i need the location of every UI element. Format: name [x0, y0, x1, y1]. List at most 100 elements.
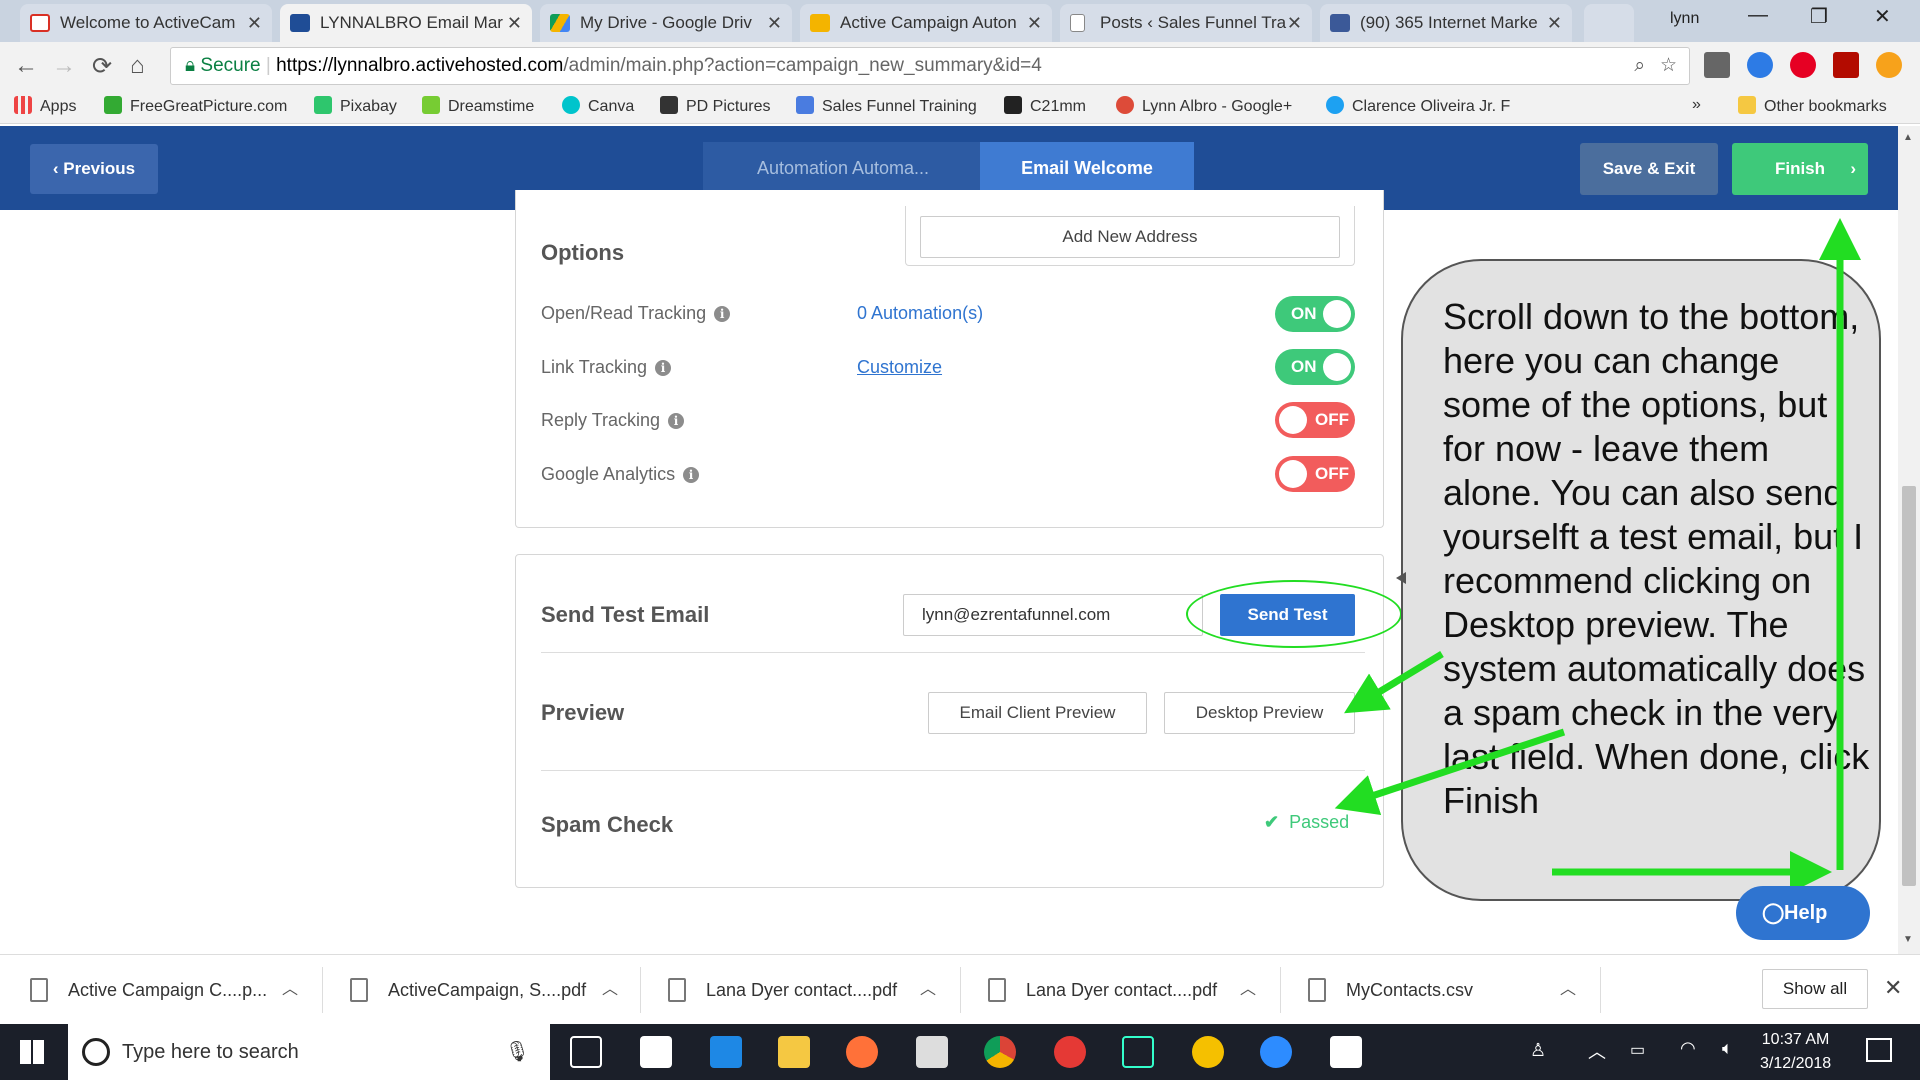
- zoom-icon[interactable]: ⌕: [1634, 48, 1645, 84]
- close-tab-icon[interactable]: ✕: [1287, 4, 1302, 42]
- task-view-icon[interactable]: [570, 1036, 602, 1068]
- url-field[interactable]: 🔒︎ Secure | https://lynnalbro.activehost…: [170, 47, 1690, 85]
- google-analytics-toggle[interactable]: OFF: [1275, 456, 1355, 492]
- email-client-preview-button[interactable]: Email Client Preview: [928, 692, 1147, 734]
- save-exit-button[interactable]: Save & Exit: [1580, 143, 1718, 195]
- app-icon[interactable]: [1122, 1036, 1154, 1068]
- test-email-input[interactable]: lynn@ezrentafunnel.com: [903, 594, 1203, 636]
- chevron-up-icon[interactable]: ︿: [602, 955, 618, 1025]
- reply-tracking-toggle[interactable]: OFF: [1275, 402, 1355, 438]
- chevron-up-icon[interactable]: ︿: [282, 955, 298, 1025]
- windows-start-icon[interactable]: [20, 1040, 44, 1064]
- close-downloads-icon[interactable]: ✕: [1884, 975, 1902, 1001]
- system-clock[interactable]: 10:37 AM 3/12/2018: [1760, 1028, 1831, 1076]
- extension-orange-icon[interactable]: [1876, 52, 1902, 78]
- bookmark-other[interactable]: Other bookmarks: [1738, 96, 1887, 116]
- info-icon[interactable]: i: [655, 360, 672, 376]
- bookmark-dreamstime[interactable]: Dreamstime: [422, 96, 534, 116]
- mail-icon[interactable]: [640, 1036, 672, 1068]
- restore-icon[interactable]: ❐: [1810, 4, 1828, 29]
- tab-posts[interactable]: Posts ‹ Sales Funnel Tra ✕: [1060, 4, 1312, 42]
- tab-activecampaign[interactable]: LYNNALBRO Email Mar ✕: [280, 4, 532, 42]
- minimize-icon[interactable]: —: [1748, 4, 1768, 27]
- info-icon[interactable]: i: [683, 467, 700, 483]
- scroll-down-icon[interactable]: ▼: [1903, 934, 1913, 945]
- download-item[interactable]: Lana Dyer contact....pdf ︿: [988, 955, 1268, 1025]
- bookmark-google-plus[interactable]: Lynn Albro - Google+: [1116, 96, 1292, 116]
- close-tab-icon[interactable]: ✕: [247, 4, 262, 42]
- people-icon[interactable]: ♙: [1530, 1040, 1546, 1061]
- close-tab-icon[interactable]: ✕: [767, 4, 782, 42]
- page-scrollbar[interactable]: ▲ ▼: [1898, 126, 1920, 954]
- extension-icon[interactable]: [1704, 52, 1730, 78]
- tab-google-drive[interactable]: My Drive - Google Driv ✕: [540, 4, 792, 42]
- finish-button[interactable]: Finish ›: [1732, 143, 1868, 195]
- desktop-preview-button[interactable]: Desktop Preview: [1164, 692, 1355, 734]
- new-tab-button[interactable]: [1584, 4, 1634, 42]
- tab-facebook[interactable]: (90) 365 Internet Marke ✕: [1320, 4, 1572, 42]
- info-icon[interactable]: i: [714, 306, 731, 322]
- edge-icon[interactable]: [710, 1036, 742, 1068]
- firefox-icon[interactable]: [846, 1036, 878, 1068]
- back-icon[interactable]: ←: [14, 52, 38, 80]
- annotation-bubble: Scroll down to the bottom, here you can …: [1401, 259, 1881, 901]
- photos-icon[interactable]: [1330, 1036, 1362, 1068]
- previous-button[interactable]: ‹ Previous: [30, 144, 158, 194]
- show-all-button[interactable]: Show all: [1762, 969, 1868, 1009]
- bookmark-canva[interactable]: Canva: [562, 96, 634, 116]
- open-read-tracking-toggle[interactable]: ON: [1275, 296, 1355, 332]
- microphone-icon[interactable]: 🎙︎: [505, 1024, 530, 1080]
- help-button[interactable]: ◯ Help: [1736, 886, 1870, 940]
- customize-link[interactable]: Customize: [857, 357, 942, 378]
- chevron-up-icon[interactable]: ︿: [920, 955, 936, 1025]
- pinterest-icon[interactable]: [1790, 52, 1816, 78]
- chevron-up-icon[interactable]: ︿: [1588, 1038, 1606, 1064]
- download-item[interactable]: ActiveCampaign, S....pdf ︿: [350, 955, 630, 1025]
- scrollbar-thumb[interactable]: [1902, 486, 1916, 886]
- scroll-up-icon[interactable]: ▲: [1903, 132, 1913, 143]
- close-tab-icon[interactable]: ✕: [507, 4, 522, 42]
- todoist-icon[interactable]: [1054, 1036, 1086, 1068]
- chevron-up-icon[interactable]: ︿: [1560, 955, 1576, 1025]
- close-tab-icon[interactable]: ✕: [1547, 4, 1562, 42]
- chevron-up-icon[interactable]: ︿: [1240, 955, 1256, 1025]
- zoom-app-icon[interactable]: [1260, 1036, 1292, 1068]
- close-tab-icon[interactable]: ✕: [1027, 4, 1042, 42]
- bookmark-clarence[interactable]: Clarence Oliveira Jr. F: [1326, 96, 1510, 116]
- add-new-address-button[interactable]: Add New Address: [920, 216, 1340, 258]
- wifi-icon[interactable]: ◠: [1680, 1038, 1696, 1059]
- download-item[interactable]: Lana Dyer contact....pdf ︿: [668, 955, 948, 1025]
- download-item[interactable]: Active Campaign C....p... ︿: [30, 955, 310, 1025]
- profile-name[interactable]: lynn: [1670, 10, 1699, 28]
- extension-blue-icon[interactable]: [1747, 52, 1773, 78]
- bookmark-freegreatpicture[interactable]: FreeGreatPicture.com: [104, 96, 287, 116]
- battery-icon[interactable]: ▭: [1630, 1040, 1645, 1060]
- home-icon[interactable]: ⌂: [130, 52, 145, 80]
- store-icon[interactable]: [916, 1036, 948, 1068]
- bookmark-sales-funnel[interactable]: Sales Funnel Training: [796, 96, 977, 116]
- taskbar-search[interactable]: Type here to search 🎙︎: [68, 1024, 550, 1080]
- sticky-icon[interactable]: [1192, 1036, 1224, 1068]
- bookmark-c21mm[interactable]: C21mm: [1004, 96, 1086, 116]
- close-window-icon[interactable]: ✕: [1874, 4, 1891, 29]
- link-tracking-toggle[interactable]: ON: [1275, 349, 1355, 385]
- step-automation[interactable]: Automation Automa...: [703, 142, 983, 194]
- download-item[interactable]: MyContacts.csv ︿: [1308, 955, 1588, 1025]
- bookmark-pixabay[interactable]: Pixabay: [314, 96, 397, 116]
- action-center-icon[interactable]: [1866, 1038, 1892, 1062]
- step-email-welcome[interactable]: Email Welcome: [980, 142, 1194, 194]
- bookmark-pd-pictures[interactable]: PD Pictures: [660, 96, 770, 116]
- star-icon[interactable]: ☆: [1660, 48, 1677, 84]
- reload-icon[interactable]: ⟳: [92, 52, 112, 81]
- volume-icon[interactable]: 🔈︎: [1722, 1038, 1733, 1059]
- forward-icon[interactable]: →: [52, 52, 76, 80]
- bookmarks-overflow-icon[interactable]: »: [1692, 96, 1701, 114]
- file-explorer-icon[interactable]: [778, 1036, 810, 1068]
- tab-slides[interactable]: Active Campaign Auton ✕: [800, 4, 1052, 42]
- automations-link[interactable]: 0 Automation(s): [857, 303, 983, 324]
- acrobat-icon[interactable]: [1833, 52, 1859, 78]
- bookmark-apps[interactable]: Apps: [14, 96, 76, 116]
- info-icon[interactable]: i: [668, 413, 685, 429]
- chrome-icon[interactable]: [984, 1036, 1016, 1068]
- tab-gmail[interactable]: Welcome to ActiveCam ✕: [20, 4, 272, 42]
